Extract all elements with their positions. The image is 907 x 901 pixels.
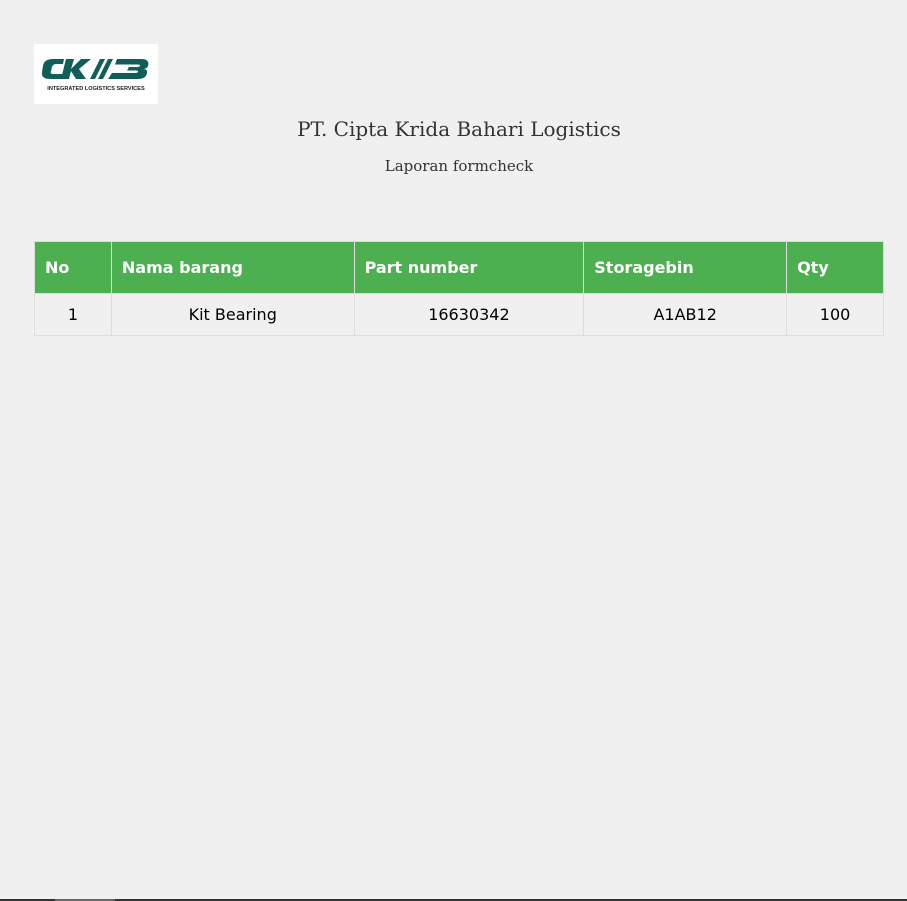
company-title: PT. Cipta Krida Bahari Logistics: [297, 117, 621, 141]
cell-part-number: 16630342: [353, 293, 585, 336]
column-header-nama-barang: Nama barang: [110, 241, 355, 294]
cell-no: 1: [34, 293, 112, 336]
logo-tagline: INTEGRATED LOGISTICS SERVICES: [47, 86, 145, 92]
column-header-qty: Qty: [786, 241, 884, 294]
table-header-row: No Nama barang Part number Storagebin Qt…: [34, 241, 884, 294]
column-header-no: No: [34, 241, 112, 294]
cell-storagebin: A1AB12: [583, 293, 788, 336]
table-row: 1 Kit Bearing 16630342 A1AB12 100: [34, 293, 884, 336]
cell-nama-barang: Kit Bearing: [110, 293, 355, 336]
ckb-logo-icon: INTEGRATED LOGISTICS SERVICES: [41, 59, 149, 92]
report-subtitle: Laporan formcheck: [384, 157, 534, 175]
column-header-part-number: Part number: [353, 241, 585, 294]
cell-qty: 100: [786, 293, 884, 336]
company-logo: INTEGRATED LOGISTICS SERVICES: [34, 44, 158, 104]
column-header-storagebin: Storagebin: [583, 241, 788, 294]
formcheck-table: No Nama barang Part number Storagebin Qt…: [34, 241, 884, 336]
